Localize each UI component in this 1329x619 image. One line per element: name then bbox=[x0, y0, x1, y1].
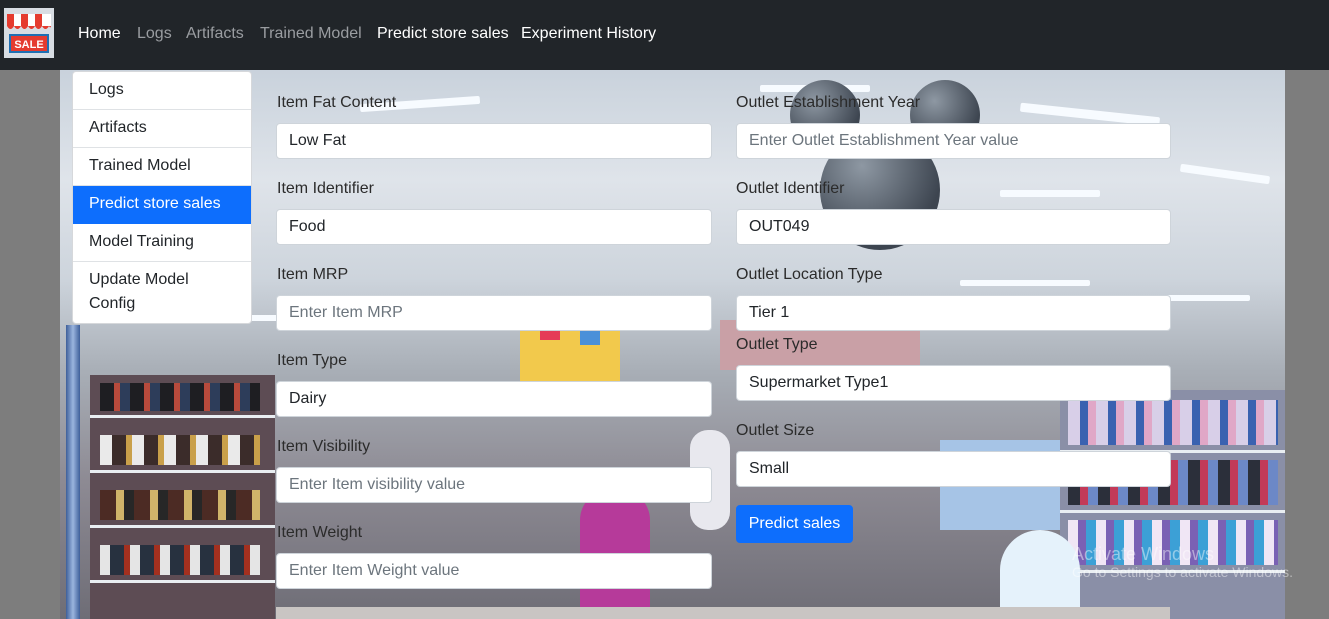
item-visibility-label: Item Visibility bbox=[277, 438, 371, 455]
outlet-establishment-year-input[interactable] bbox=[736, 123, 1171, 159]
sidebar-item-trained-model[interactable]: Trained Model bbox=[73, 148, 251, 186]
nav-home-link[interactable]: Home bbox=[78, 24, 121, 44]
logo-text: SALE bbox=[14, 39, 43, 51]
item-mrp-label: Item MRP bbox=[277, 266, 349, 283]
outlet-location-type-input[interactable] bbox=[736, 295, 1171, 331]
item-fat-content-input[interactable] bbox=[276, 123, 712, 159]
item-visibility-input[interactable] bbox=[276, 467, 712, 503]
nav-logs-link[interactable]: Logs bbox=[137, 24, 172, 44]
outlet-size-input[interactable] bbox=[736, 451, 1171, 487]
item-mrp-input[interactable] bbox=[276, 295, 712, 331]
nav-trained-model-link[interactable]: Trained Model bbox=[260, 24, 362, 44]
sidebar-item-update-model-config[interactable]: Update Model Config bbox=[73, 262, 225, 323]
item-identifier-input[interactable] bbox=[276, 209, 712, 245]
watermark-subtitle: Go to Settings to activate Windows. bbox=[1072, 564, 1293, 580]
item-fat-content-label: Item Fat Content bbox=[277, 94, 397, 111]
outlet-identifier-input[interactable] bbox=[736, 209, 1171, 245]
outlet-identifier-label: Outlet Identifier bbox=[736, 180, 845, 197]
outlet-establishment-year-label: Outlet Establishment Year bbox=[736, 94, 921, 111]
sidebar-item-model-training[interactable]: Model Training bbox=[73, 224, 251, 262]
watermark-title: Activate Windows bbox=[1072, 544, 1215, 564]
nav-predict-store-sales-link[interactable]: Predict store sales bbox=[377, 24, 509, 44]
item-identifier-label: Item Identifier bbox=[277, 180, 374, 197]
item-weight-label: Item Weight bbox=[277, 524, 363, 541]
sidebar-item-artifacts[interactable]: Artifacts bbox=[73, 110, 251, 148]
activate-windows-watermark: Activate Windows Go to Settings to activ… bbox=[1072, 545, 1293, 581]
top-navbar: SALE Home Logs Artifacts Trained Model P… bbox=[0, 0, 1329, 70]
sidebar-menu: Logs Artifacts Trained Model Predict sto… bbox=[72, 71, 252, 324]
outlet-location-type-label: Outlet Location Type bbox=[736, 266, 883, 283]
item-type-input[interactable] bbox=[276, 381, 712, 417]
item-weight-input[interactable] bbox=[276, 553, 712, 589]
nav-experiment-history-link[interactable]: Experiment History bbox=[521, 24, 656, 44]
sidebar-item-predict-store-sales[interactable]: Predict store sales bbox=[73, 186, 251, 224]
sidebar-item-logs[interactable]: Logs bbox=[73, 72, 251, 110]
predict-sales-button[interactable]: Predict sales bbox=[736, 505, 853, 543]
item-type-label: Item Type bbox=[277, 352, 347, 369]
outlet-type-input[interactable] bbox=[736, 365, 1171, 401]
nav-artifacts-link[interactable]: Artifacts bbox=[186, 24, 244, 44]
sale-store-logo[interactable]: SALE bbox=[4, 8, 54, 58]
outlet-type-label: Outlet Type bbox=[736, 336, 818, 353]
outlet-size-label: Outlet Size bbox=[736, 422, 815, 439]
